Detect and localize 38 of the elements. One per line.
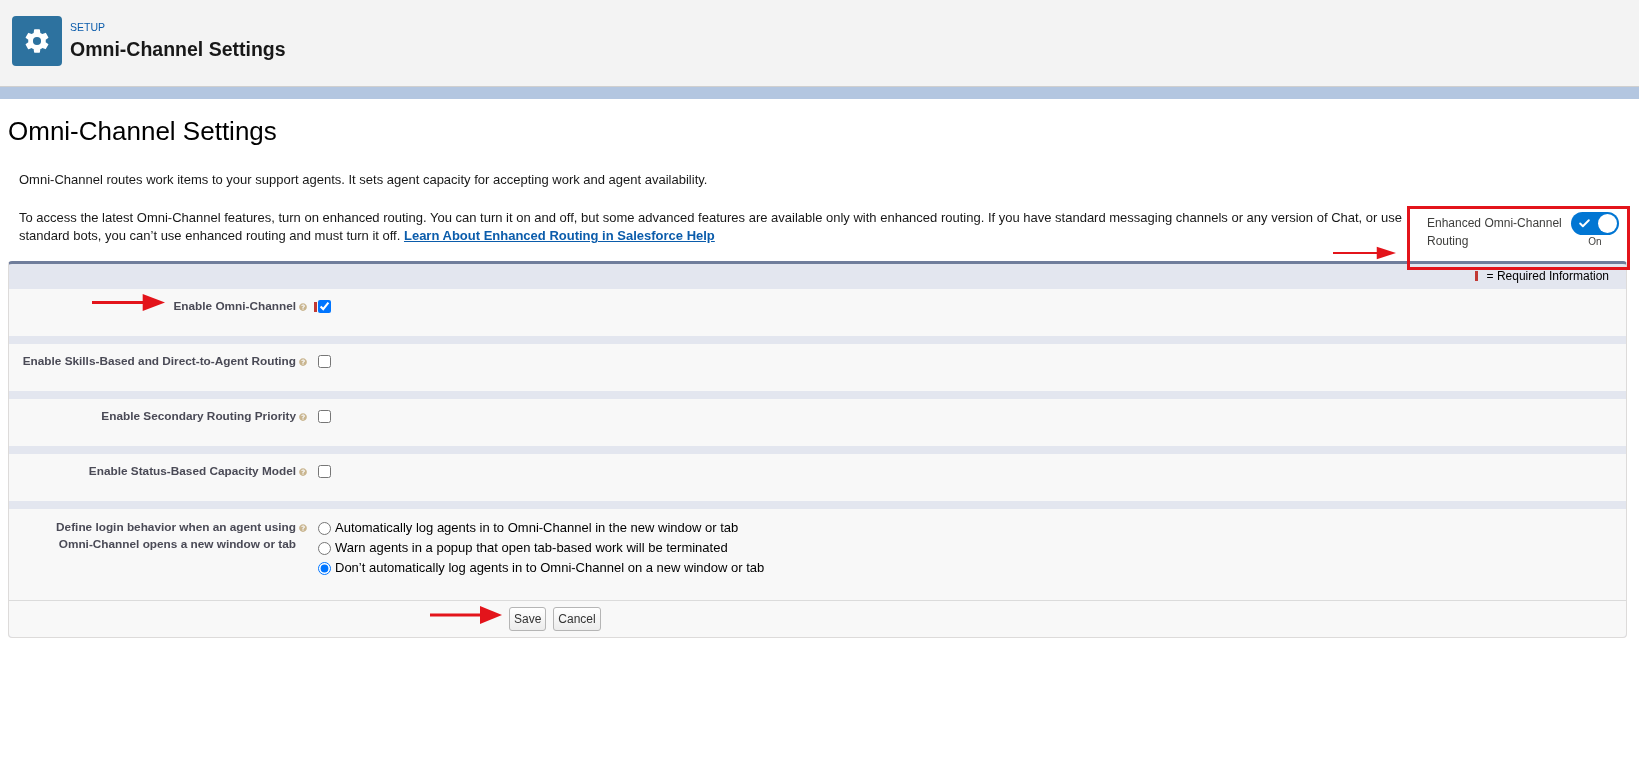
arrow-icon (1333, 246, 1396, 260)
help-icon (299, 412, 307, 421)
radio-button[interactable] (318, 561, 331, 575)
help-icon (299, 302, 307, 311)
field-label: Enable Skills-Based and Direct-to-Agent Routing (22, 353, 296, 370)
arrow-icon (430, 605, 502, 625)
checkbox[interactable] (318, 300, 331, 313)
option-label: Warn agents in a popup that open tab-based work will be terminated (335, 539, 728, 558)
intro-text: Omni-Channel routes work items to your support agents. It sets agent capacity for accepting work and agent availability. (19, 171, 709, 189)
help-icon (299, 357, 307, 366)
help-icon (299, 467, 307, 476)
field-label: Enable Status-Based Capacity Model (88, 463, 296, 480)
field-label: Enable Secondary Routing Priority (101, 408, 296, 425)
field-label: Enable Omni-Channel (173, 298, 296, 315)
option-label: Don’t automatically log agents in to Omni-Channel on a new window or tab (335, 559, 765, 578)
help-link[interactable]: Learn About Enhanced Routing in Salesforce Help (403, 228, 715, 243)
checkbox[interactable] (318, 355, 331, 368)
check-icon (1578, 217, 1591, 230)
checkbox[interactable] (318, 465, 331, 478)
arrow-icon (92, 293, 165, 312)
cancel-button[interactable]: Cancel (553, 607, 601, 631)
required-legend: = Required Information (1486, 269, 1609, 283)
checkbox[interactable] (318, 410, 331, 423)
gear-icon (12, 16, 62, 66)
help-icon (299, 523, 307, 532)
required-mark-icon (1474, 271, 1478, 281)
notice-text: To access the latest Omni-Channel features, turn on enhanced routing. You can turn it on and off, but some advanced features are available only with enhanced routing. If you have standard messaging channels or any version of Chat, or use standard bots, you can’t use enhanced routing and must turn it off. Learn About Enhanced Routing in Salesforce Help (19, 209, 1403, 245)
radio-button[interactable] (318, 521, 331, 535)
save-button[interactable]: Save (509, 607, 547, 631)
breadcrumb-label: SETUP (70, 20, 106, 34)
toggle-switch[interactable] (1571, 212, 1619, 235)
toggle-status: On (1588, 236, 1602, 248)
toggle-label: Enhanced Omni-Channel Routing (1427, 215, 1563, 250)
page-title: Omni-Channel Settings (8, 116, 278, 146)
field-label: Define login behavior when an agent using Omni-Channel opens a new window or tab (55, 519, 296, 553)
radio-button[interactable] (318, 541, 331, 555)
header-title: Omni-Channel Settings (70, 37, 286, 61)
option-label: Automatically log agents in to Omni-Channel in the new window or tab (335, 519, 739, 538)
